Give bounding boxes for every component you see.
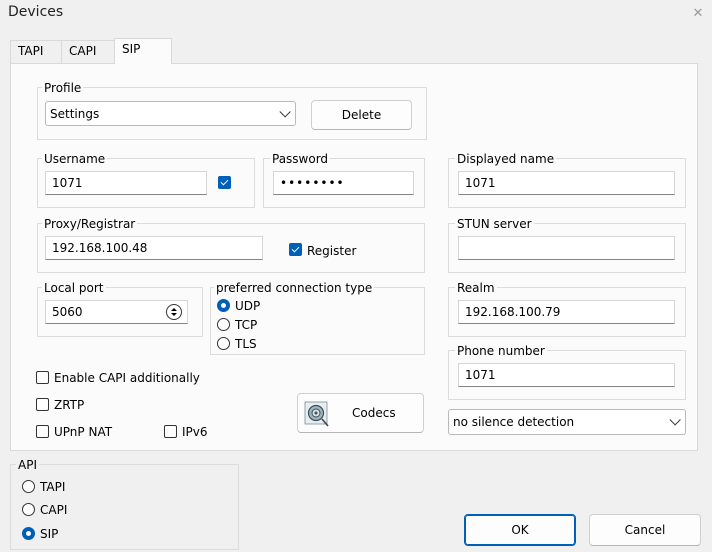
radio-udp-label: UDP bbox=[235, 299, 261, 313]
radio-tcp[interactable] bbox=[217, 318, 230, 331]
username-value: 1071 bbox=[52, 176, 83, 190]
codecs-button[interactable]: Codecs bbox=[297, 393, 424, 433]
delete-button-label: Delete bbox=[341, 108, 382, 122]
radio-api-tapi-label: TAPI bbox=[40, 480, 66, 494]
tab-tapi[interactable]: TAPI bbox=[10, 40, 62, 63]
radio-api-tapi[interactable] bbox=[22, 480, 35, 493]
radio-tcp-label: TCP bbox=[235, 318, 258, 332]
radio-tls-label: TLS bbox=[235, 337, 257, 351]
cancel-button-label: Cancel bbox=[624, 523, 666, 537]
phone-number-value: 1071 bbox=[465, 368, 496, 382]
radio-api-capi-label: CAPI bbox=[40, 503, 68, 517]
phone-number-label: Phone number bbox=[455, 344, 547, 358]
proxy-label: Proxy/Registrar bbox=[42, 217, 138, 231]
realm-value: 192.168.100.79 bbox=[465, 305, 561, 319]
register-label: Register bbox=[307, 244, 357, 258]
displayed-name-value: 1071 bbox=[465, 176, 496, 190]
stepper-down-icon bbox=[171, 313, 177, 316]
register-checkbox[interactable] bbox=[289, 243, 302, 256]
local-port-label: Local port bbox=[42, 281, 106, 295]
tab-capi[interactable]: CAPI bbox=[61, 40, 115, 63]
silence-detection-value: no silence detection bbox=[453, 415, 575, 429]
realm-input[interactable]: 192.168.100.79 bbox=[458, 300, 675, 324]
profile-select[interactable]: Settings bbox=[45, 101, 296, 126]
local-port-value: 5060 bbox=[52, 305, 83, 319]
profile-value: Settings bbox=[50, 106, 100, 121]
radio-api-capi[interactable] bbox=[22, 503, 35, 516]
enable-capi-checkbox[interactable] bbox=[36, 371, 49, 384]
api-label: API bbox=[16, 458, 39, 472]
close-button[interactable]: ✕ bbox=[686, 2, 710, 24]
tab-tapi-label: TAPI bbox=[18, 44, 44, 58]
silence-detection-select[interactable]: no silence detection bbox=[448, 409, 686, 435]
enable-capi-label: Enable CAPI additionally bbox=[54, 371, 200, 385]
close-icon: ✕ bbox=[692, 5, 704, 21]
proxy-input[interactable]: 192.168.100.48 bbox=[45, 236, 263, 260]
radio-api-sip-label: SIP bbox=[40, 527, 59, 541]
password-label: Password bbox=[270, 152, 331, 166]
zrtp-label: ZRTP bbox=[54, 398, 85, 412]
zrtp-checkbox[interactable] bbox=[36, 398, 49, 411]
ok-button-label: OK bbox=[511, 523, 529, 537]
realm-label: Realm bbox=[455, 281, 497, 295]
ipv6-label: IPv6 bbox=[182, 425, 208, 439]
stun-label: STUN server bbox=[455, 217, 534, 231]
codecs-button-label: Codecs bbox=[352, 406, 396, 420]
username-input[interactable]: 1071 bbox=[45, 171, 207, 195]
local-port-stepper[interactable] bbox=[166, 304, 182, 320]
ipv6-checkbox[interactable] bbox=[164, 425, 177, 438]
tab-capi-label: CAPI bbox=[69, 44, 97, 58]
cancel-button[interactable]: Cancel bbox=[589, 514, 701, 546]
upnp-label: UPnP NAT bbox=[54, 425, 113, 439]
chevron-down-icon bbox=[279, 105, 291, 118]
password-input[interactable]: •••••••• bbox=[273, 171, 414, 195]
title-bar bbox=[0, 0, 712, 28]
radio-tls[interactable] bbox=[217, 337, 230, 350]
window-title: Devices bbox=[8, 4, 64, 20]
radio-udp[interactable] bbox=[217, 299, 230, 312]
radio-api-sip[interactable] bbox=[22, 527, 35, 540]
tab-sip[interactable]: SIP bbox=[114, 38, 172, 64]
chevron-down-icon bbox=[669, 414, 681, 426]
displayed-name-input[interactable]: 1071 bbox=[458, 171, 675, 195]
tab-sip-label: SIP bbox=[122, 42, 141, 56]
ok-button[interactable]: OK bbox=[464, 514, 576, 546]
connection-type-label: preferred connection type bbox=[214, 281, 375, 295]
upnp-checkbox[interactable] bbox=[36, 425, 49, 438]
speaker-icon bbox=[304, 399, 330, 427]
phone-number-input[interactable]: 1071 bbox=[458, 363, 675, 387]
stun-input[interactable] bbox=[458, 236, 675, 260]
stepper-up-icon bbox=[171, 308, 177, 311]
profile-label: Profile bbox=[42, 81, 84, 95]
username-label: Username bbox=[42, 152, 108, 166]
password-value: •••••••• bbox=[280, 176, 345, 190]
proxy-value: 192.168.100.48 bbox=[52, 241, 148, 255]
displayed-name-label: Displayed name bbox=[455, 152, 557, 166]
username-checkbox[interactable] bbox=[218, 176, 231, 189]
delete-button[interactable]: Delete bbox=[311, 100, 412, 130]
